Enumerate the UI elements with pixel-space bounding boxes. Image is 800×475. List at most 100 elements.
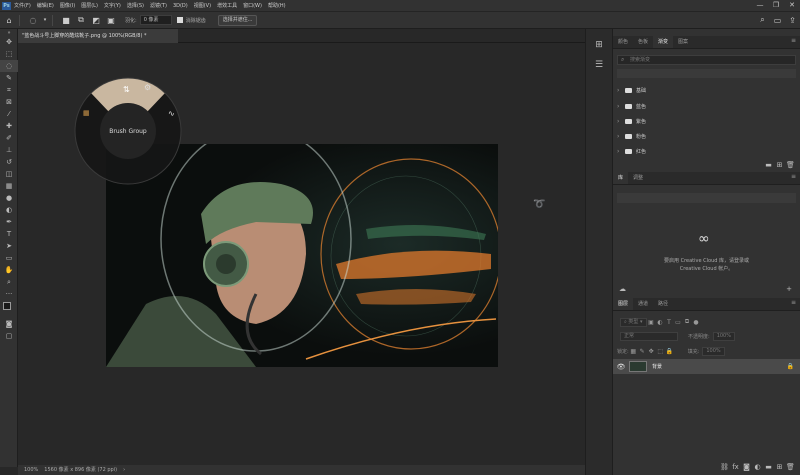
smart-filter-icon[interactable]: ⧉ <box>683 318 692 326</box>
document-tab[interactable]: "蓝色战斗号上脚穿的酷炫靴子.png @ 100%(RGB/8) * <box>18 29 178 43</box>
tab-libraries[interactable]: 库 <box>613 172 629 184</box>
opacity-input[interactable]: 100% <box>712 331 735 341</box>
feather-input[interactable]: 0 像素 <box>139 15 172 25</box>
select-mask-button[interactable]: 选择并遮住... <box>217 14 258 26</box>
trash-icon[interactable]: 🗑 <box>785 463 796 471</box>
lock-pixels-icon[interactable]: ✎ <box>638 348 647 355</box>
tab-patterns[interactable]: 图案 <box>673 36 693 48</box>
frame-tool-icon[interactable]: ⊠ <box>0 96 18 108</box>
eye-icon[interactable]: 👁 <box>613 363 629 371</box>
lasso-tool-icon[interactable]: ◌ <box>0 60 18 72</box>
tab-layers[interactable]: 图层 <box>613 298 634 310</box>
folder-row[interactable]: › 基础 <box>617 83 796 97</box>
menu-image[interactable]: 图像(I) <box>60 2 75 9</box>
gradient-slider[interactable] <box>617 69 796 78</box>
eyedropper-tool-icon[interactable]: ⁄ <box>0 108 18 120</box>
intersect-selection-icon[interactable]: ▣ <box>105 14 117 26</box>
chevron-right-icon[interactable]: › <box>123 465 125 475</box>
link-layers-icon[interactable]: ⛓ <box>719 463 730 471</box>
minimize-button[interactable]: — <box>752 0 768 11</box>
marquee-tool-icon[interactable]: ⬚ <box>0 48 18 60</box>
menu-plugins[interactable]: 增效工具 <box>217 2 237 9</box>
cloud-icon[interactable]: ☁ <box>619 285 626 293</box>
blur-tool-icon[interactable]: ● <box>0 192 18 204</box>
menu-file[interactable]: 文件(F) <box>14 2 31 9</box>
hand-tool-icon[interactable]: ✋ <box>0 264 18 276</box>
type-filter-icon[interactable]: T <box>665 319 674 326</box>
stamp-tool-icon[interactable]: ⊥ <box>0 144 18 156</box>
library-select[interactable] <box>617 193 796 203</box>
trash-icon[interactable]: 🗑 <box>785 161 796 169</box>
history-brush-icon[interactable]: ↺ <box>0 156 18 168</box>
adjustment-layer-icon[interactable]: ◐ <box>752 463 763 471</box>
blend-mode-select[interactable]: 正常 <box>620 331 678 341</box>
new-selection-icon[interactable]: ■ <box>60 14 72 26</box>
chevron-down-icon[interactable]: ▾ <box>42 14 48 26</box>
new-layer-icon[interactable]: ⊞ <box>774 463 785 471</box>
tab-swatches[interactable]: 色板 <box>633 36 653 48</box>
layer-row[interactable]: 👁 背景 🔒 <box>613 359 800 374</box>
path-select-icon[interactable]: ➤ <box>0 240 18 252</box>
pen-tool-icon[interactable]: ✒ <box>0 216 18 228</box>
add-mask-icon[interactable]: ◙ <box>741 463 752 471</box>
close-button[interactable]: ✕ <box>784 0 800 11</box>
workspace-icon[interactable]: ▭ <box>770 16 785 25</box>
gradient-search-input[interactable]: ⌕ 搜索渐变 <box>617 55 796 65</box>
zoom-level[interactable]: 100% <box>24 465 38 475</box>
radial-curve-icon[interactable]: ∿ <box>168 109 175 118</box>
layer-style-icon[interactable]: fx <box>730 463 741 471</box>
add-selection-icon[interactable]: ⧉ <box>75 14 87 26</box>
eraser-tool-icon[interactable]: ◫ <box>0 168 18 180</box>
dodge-tool-icon[interactable]: ◐ <box>0 204 18 216</box>
folder-row[interactable]: › 紫色 <box>617 114 796 128</box>
restore-button[interactable]: ❐ <box>768 0 784 11</box>
canvas-area[interactable]: ⇅ ⚙ ∿ ▦ Brush Group <box>18 43 585 465</box>
fill-input[interactable]: 100% <box>702 346 725 356</box>
lock-all-icon[interactable]: 🔒 <box>665 348 674 355</box>
filter-toggle-icon[interactable]: ● <box>692 319 701 326</box>
tab-adjustments[interactable]: 调整 <box>628 172 648 184</box>
home-icon[interactable]: ⌂ <box>3 14 15 26</box>
shape-tool-icon[interactable]: ▭ <box>0 252 18 264</box>
menu-edit[interactable]: 编辑(E) <box>37 2 54 9</box>
tab-color[interactable]: 颜色 <box>613 36 633 48</box>
document-size-info[interactable]: 1560 像素 x 896 像素 (72 ppi) <box>44 465 117 475</box>
quick-select-tool-icon[interactable]: ✎ <box>0 72 18 84</box>
folder-row[interactable]: › 粉色 <box>617 129 796 143</box>
menu-filter[interactable]: 滤镜(T) <box>150 2 167 9</box>
layer-name[interactable]: 背景 <box>652 363 787 370</box>
crop-tool-icon[interactable]: ⌗ <box>0 84 18 96</box>
screen-mode-icon[interactable]: ▢ <box>0 330 18 342</box>
zoom-tool-icon[interactable]: ⌕ <box>0 276 18 288</box>
menu-window[interactable]: 窗口(W) <box>243 2 262 9</box>
pixel-filter-icon[interactable]: ▣ <box>647 319 656 326</box>
move-tool-icon[interactable]: ✥ <box>0 36 18 48</box>
antialias-checkbox[interactable] <box>176 17 183 23</box>
tab-channels[interactable]: 通道 <box>633 298 653 310</box>
add-library-button[interactable]: + <box>786 285 792 293</box>
layer-kind-select[interactable]: ⌕ 类型 ▾ <box>620 317 647 327</box>
tab-gradients[interactable]: 渐变 <box>653 36 674 48</box>
foreground-color[interactable] <box>3 302 11 310</box>
menu-3d[interactable]: 3D(D) <box>173 3 188 9</box>
quick-mask-icon[interactable]: ◙ <box>0 318 18 330</box>
tab-paths[interactable]: 路径 <box>653 298 673 310</box>
shape-filter-icon[interactable]: ▭ <box>674 319 683 326</box>
brush-tool-icon[interactable]: ✐ <box>0 132 18 144</box>
radial-grid-icon[interactable]: ▦ <box>83 109 90 117</box>
adjustment-filter-icon[interactable]: ◐ <box>656 319 665 326</box>
share-icon[interactable]: ⇪ <box>785 16 800 25</box>
new-group-icon[interactable]: ▬ <box>763 161 774 169</box>
lock-artboard-icon[interactable]: ⬚ <box>656 348 665 355</box>
menu-select[interactable]: 选择(S) <box>127 2 144 9</box>
type-tool-icon[interactable]: T <box>0 228 18 240</box>
healing-tool-icon[interactable]: ✚ <box>0 120 18 132</box>
collapse-icon[interactable]: » <box>0 29 18 36</box>
subtract-selection-icon[interactable]: ◩ <box>90 14 102 26</box>
menu-layer[interactable]: 图层(L) <box>81 2 98 9</box>
lasso-preset-icon[interactable]: ◌ <box>27 14 39 26</box>
panel-menu-icon[interactable]: ≡ <box>791 173 796 180</box>
folder-row[interactable]: › 蓝色 <box>617 99 796 113</box>
lock-transparent-icon[interactable]: ▦ <box>629 348 638 355</box>
panel-menu-icon[interactable]: ≡ <box>791 299 796 306</box>
